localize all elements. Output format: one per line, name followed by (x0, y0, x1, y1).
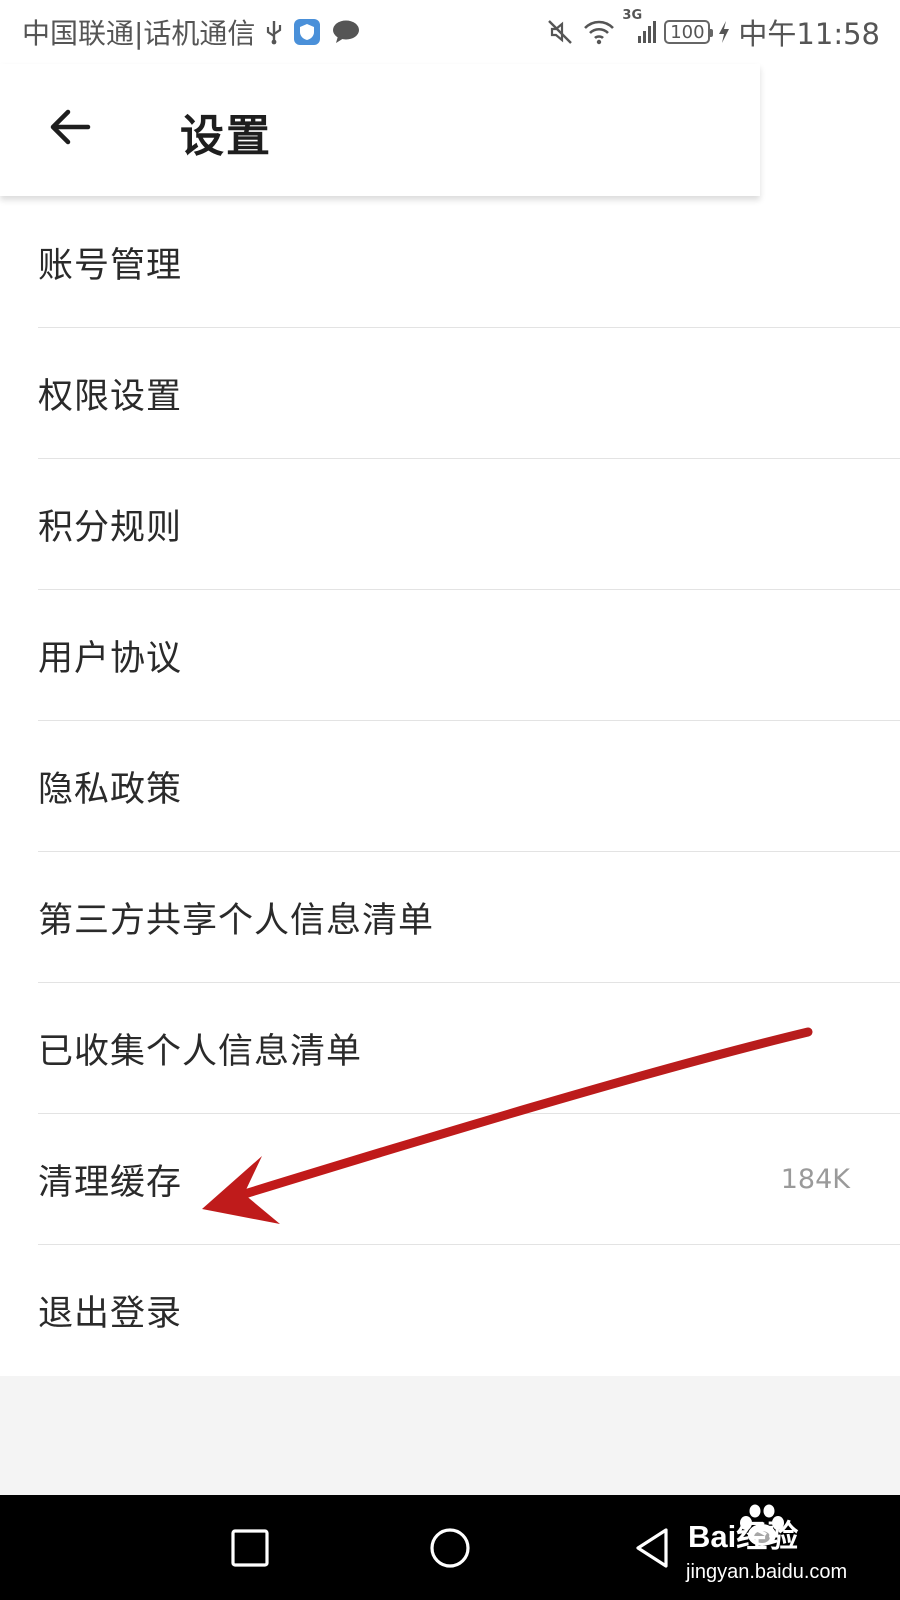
settings-item-account[interactable]: 账号管理 (0, 196, 900, 328)
carrier-label: 中国联通|话机通信 (22, 17, 256, 50)
status-right: 3G 100 中午11:58 (546, 8, 880, 52)
settings-item-label: 隐私政策 (38, 770, 183, 810)
settings-item-label: 清理缓存 (38, 1163, 183, 1203)
watermark-url: jingyan.baidu.com (686, 1561, 848, 1583)
network-type: 3G (622, 8, 643, 23)
mute-icon (546, 18, 574, 46)
home-button[interactable] (425, 1523, 475, 1573)
status-left: 中国联通|话机通信 (22, 12, 361, 52)
charging-icon (718, 20, 730, 44)
navigation-bar: Bai经验 jingyan.baidu.com (0, 1495, 900, 1600)
wifi-icon (582, 18, 616, 46)
settings-item-label: 权限设置 (38, 377, 183, 417)
usb-icon (265, 19, 283, 45)
settings-item-third-party-sharing[interactable]: 第三方共享个人信息清单 (0, 852, 900, 983)
message-icon (331, 19, 361, 45)
back-button[interactable] (40, 94, 100, 160)
battery-level: 100 (670, 21, 705, 43)
battery-icon: 100 (664, 20, 714, 44)
settings-item-permissions[interactable]: 权限设置 (0, 328, 900, 459)
back-triangle-icon (636, 1528, 668, 1568)
watermark-brand: Bai经验 (688, 1519, 799, 1554)
baidu-jingyan-watermark: Bai经验 jingyan.baidu.com (672, 1504, 852, 1593)
settings-item-label: 用户协议 (38, 639, 183, 679)
settings-item-label: 已收集个人信息清单 (38, 1032, 363, 1072)
settings-item-label: 积分规则 (38, 508, 183, 548)
settings-item-collected-info[interactable]: 已收集个人信息清单 (0, 983, 900, 1114)
settings-list: 账号管理 权限设置 积分规则 用户协议 隐私政策 第三方共享个人信息清单 已收集… (0, 196, 900, 1376)
settings-item-label: 第三方共享个人信息清单 (38, 901, 435, 941)
settings-item-user-agreement[interactable]: 用户协议 (0, 590, 900, 721)
arrow-left-icon (50, 109, 91, 145)
cache-size-value: 184K (780, 1164, 850, 1195)
signal-icon: 3G (622, 8, 657, 46)
recent-apps-icon (231, 1529, 269, 1567)
settings-item-label: 账号管理 (38, 245, 183, 286)
header-background (760, 64, 900, 196)
page-title: 设置 (180, 111, 272, 162)
settings-item-privacy-policy[interactable]: 隐私政策 (0, 721, 900, 852)
shield-app-icon (293, 18, 321, 46)
home-icon (430, 1528, 470, 1568)
status-bar: 中国联通|话机通信 3G 100 中午11:58 (0, 0, 900, 64)
settings-item-clear-cache[interactable]: 清理缓存 184K (0, 1114, 900, 1245)
settings-item-logout[interactable]: 退出登录 (0, 1245, 900, 1376)
app-header: 设置 (0, 64, 760, 196)
settings-item-label: 退出登录 (38, 1294, 183, 1334)
settings-item-points-rules[interactable]: 积分规则 (0, 459, 900, 590)
recent-apps-button[interactable] (225, 1523, 275, 1573)
back-nav-button[interactable] (627, 1523, 677, 1573)
clock: 中午11:58 (738, 17, 880, 51)
